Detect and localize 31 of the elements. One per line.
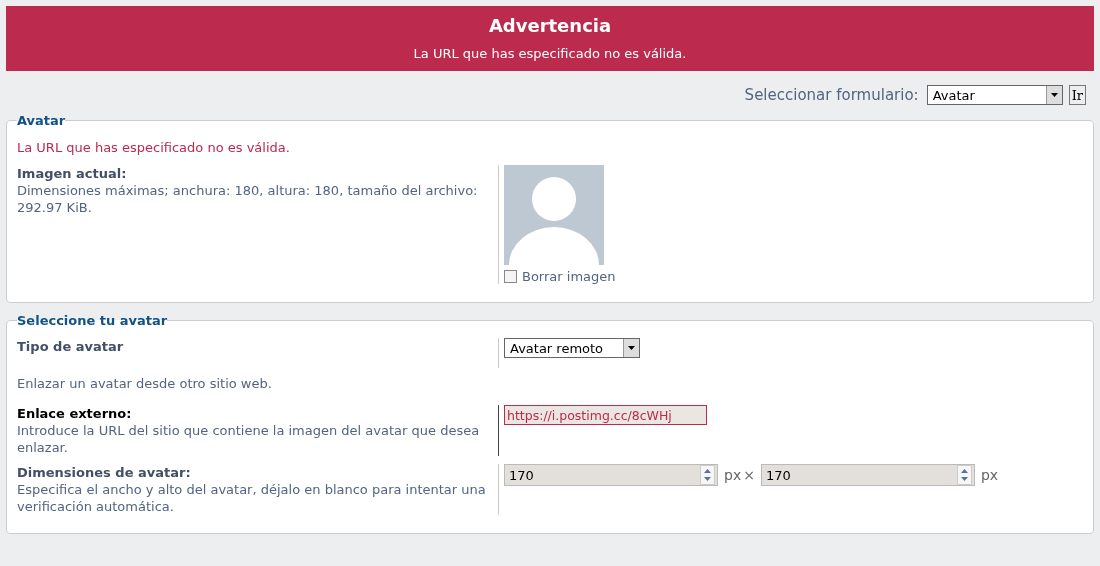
field-label: Imagen actual: [17, 165, 128, 182]
field-description: Dimensiones máximas; anchura: 180, altura: 180, tamaño del archivo: 292.97 KiB. [17, 182, 479, 216]
error-message: La URL que has especificado no es válida. [17, 140, 291, 155]
caret-icon [1045, 86, 1062, 104]
unit-label: px [724, 467, 742, 483]
unit-label: px [980, 467, 999, 483]
caret-icon [623, 339, 639, 357]
go-button[interactable]: Ir [1068, 85, 1086, 105]
field-description: Introduce la URL del sitio que contiene la imagen del avatar que desea enlazar. [17, 422, 481, 456]
field-label: Tipo de avatar [17, 338, 125, 355]
delete-image-checkbox[interactable]: Borrar imagen [504, 269, 616, 284]
checkbox-label: Borrar imagen [522, 269, 616, 284]
panel-legend: Avatar [17, 113, 66, 128]
checkbox[interactable] [504, 270, 517, 283]
banner-message: La URL que has especificado no es válida. [412, 46, 688, 61]
height-field[interactable]: 170 [760, 464, 975, 486]
form-select[interactable]: Avatar [926, 85, 1063, 105]
avatar-placeholder-icon [504, 165, 604, 265]
url-field[interactable]: https://i.postimg.cc/8cWHj [504, 405, 707, 425]
field-label: Enlace externo: [17, 405, 133, 422]
times-sign: × [743, 467, 755, 483]
spinner-icon[interactable] [956, 465, 972, 485]
panel-legend: Seleccione tu avatar [17, 313, 168, 328]
form-select-label: Seleccionar formulario: [744, 86, 919, 104]
field-note: Enlazar un avatar desde otro sitio web. [17, 376, 273, 391]
field-description: Especifica el ancho y alto del avatar, déjalo en blanco para intentar una verificación automática. [17, 481, 487, 515]
spinner-icon[interactable] [700, 465, 715, 485]
width-field[interactable]: 170 [504, 464, 718, 486]
avatar-type-select[interactable]: Avatar remoto [504, 338, 640, 358]
banner-title: Advertencia [487, 14, 613, 38]
field-label: Dimensiones de avatar: [17, 464, 192, 481]
